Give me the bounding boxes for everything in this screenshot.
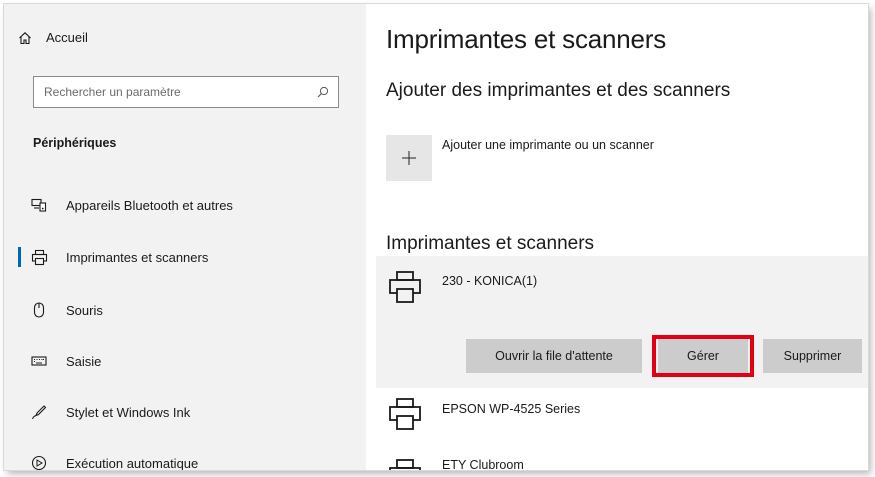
sidebar: Accueil Périphériques Appareils Bluetoot…: [4, 4, 366, 470]
printer-icon: [30, 248, 48, 266]
printer-icon: [388, 270, 422, 304]
home-label: Accueil: [46, 30, 88, 45]
bluetooth-devices-icon: [30, 196, 48, 214]
sidebar-item-label: Stylet et Windows Ink: [66, 404, 191, 420]
printer-name: ETY Clubroom: [442, 458, 524, 470]
main-content: Imprimantes et scanners Ajouter des impr…: [366, 4, 868, 470]
search-input[interactable]: [34, 77, 308, 107]
keyboard-icon: [30, 352, 48, 370]
pen-icon: [30, 403, 48, 421]
home-link[interactable]: Accueil: [18, 30, 88, 45]
search-box: [33, 76, 339, 108]
sidebar-item-printers[interactable]: Imprimantes et scanners: [4, 237, 366, 277]
settings-window: Accueil Périphériques Appareils Bluetoot…: [4, 4, 868, 470]
sidebar-item-pen[interactable]: Stylet et Windows Ink: [4, 392, 366, 432]
sidebar-item-label: Souris: [66, 302, 103, 318]
add-printer-button[interactable]: [386, 135, 432, 181]
printers-heading: Imprimantes et scanners: [386, 233, 595, 254]
autoplay-icon: [30, 454, 48, 470]
mouse-icon: [30, 301, 48, 319]
printer-icon: [388, 397, 422, 431]
sidebar-item-label: Appareils Bluetooth et autres: [66, 197, 233, 213]
page-title: Imprimantes et scanners: [386, 24, 667, 54]
manage-button[interactable]: Gérer: [658, 339, 748, 373]
add-printer-label[interactable]: Ajouter une imprimante ou un scanner: [442, 138, 654, 152]
printer-name: EPSON WP-4525 Series: [442, 402, 581, 416]
sidebar-item-mouse[interactable]: Souris: [4, 290, 366, 330]
open-queue-button[interactable]: Ouvrir la file d'attente: [466, 339, 642, 373]
sidebar-item-typing[interactable]: Saisie: [4, 341, 366, 381]
add-section-heading: Ajouter des imprimantes et des scanners: [386, 80, 731, 101]
section-heading: Périphériques: [33, 136, 117, 150]
search-icon[interactable]: [308, 86, 338, 98]
plus-icon: [401, 150, 417, 166]
printer-icon: [388, 458, 422, 470]
sidebar-item-label: Exécution automatique: [66, 455, 199, 471]
sidebar-item-label: Imprimantes et scanners: [66, 249, 209, 265]
sidebar-item-label: Saisie: [66, 353, 102, 369]
home-icon: [18, 31, 32, 45]
remove-button[interactable]: Supprimer: [763, 339, 862, 373]
printer-name: 230 - KONICA(1): [442, 274, 538, 288]
sidebar-item-bluetooth[interactable]: Appareils Bluetooth et autres: [4, 185, 366, 225]
sidebar-item-autoplay[interactable]: Exécution automatique: [4, 443, 366, 470]
